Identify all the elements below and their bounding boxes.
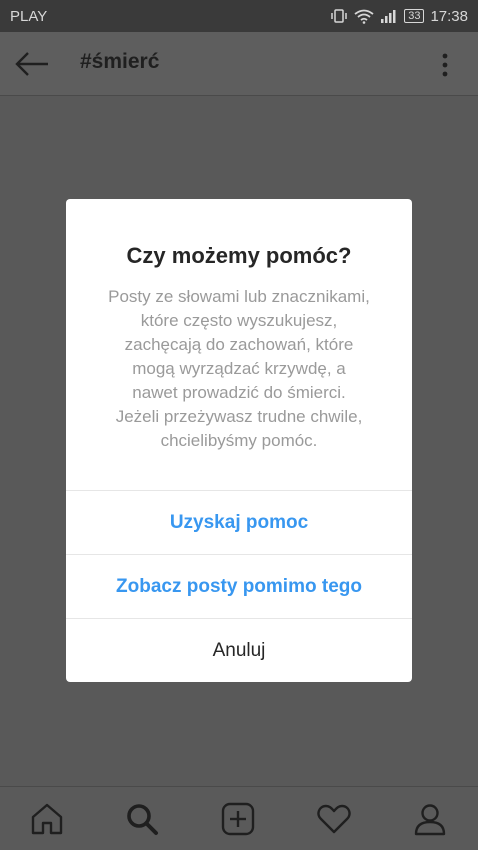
vibrate-icon (331, 9, 347, 23)
search-icon[interactable] (124, 801, 160, 837)
wifi-icon (354, 9, 374, 24)
app-bar: #śmierć (0, 32, 478, 96)
status-icons: 33 17:38 (330, 8, 468, 25)
clock: 17:38 (430, 7, 468, 25)
cancel-button[interactable]: Anuluj (66, 619, 412, 682)
carrier-label: PLAY (10, 7, 48, 25)
add-post-icon[interactable] (220, 801, 256, 837)
home-icon[interactable] (29, 801, 65, 837)
more-options-icon[interactable] (440, 52, 450, 78)
status-bar: PLAY 33 17:38 (0, 0, 478, 32)
heart-icon[interactable] (316, 801, 352, 837)
dialog-message: Posty ze słowami lub znacznikami, które … (108, 287, 370, 450)
signal-icon (381, 10, 396, 23)
dialog-title: Czy możemy pomóc? (126, 243, 352, 268)
profile-icon[interactable] (412, 801, 448, 837)
back-arrow-icon[interactable] (14, 50, 50, 78)
get-help-button[interactable]: Uzyskaj pomoc (66, 491, 412, 554)
help-dialog: Czy możemy pomóc? Posty ze słowami lub z… (66, 199, 412, 682)
see-posts-anyway-button[interactable]: Zobacz posty pomimo tego (66, 555, 412, 618)
bottom-nav (0, 786, 478, 850)
page-title: #śmierć (80, 50, 160, 73)
battery-icon: 33 (404, 9, 425, 23)
